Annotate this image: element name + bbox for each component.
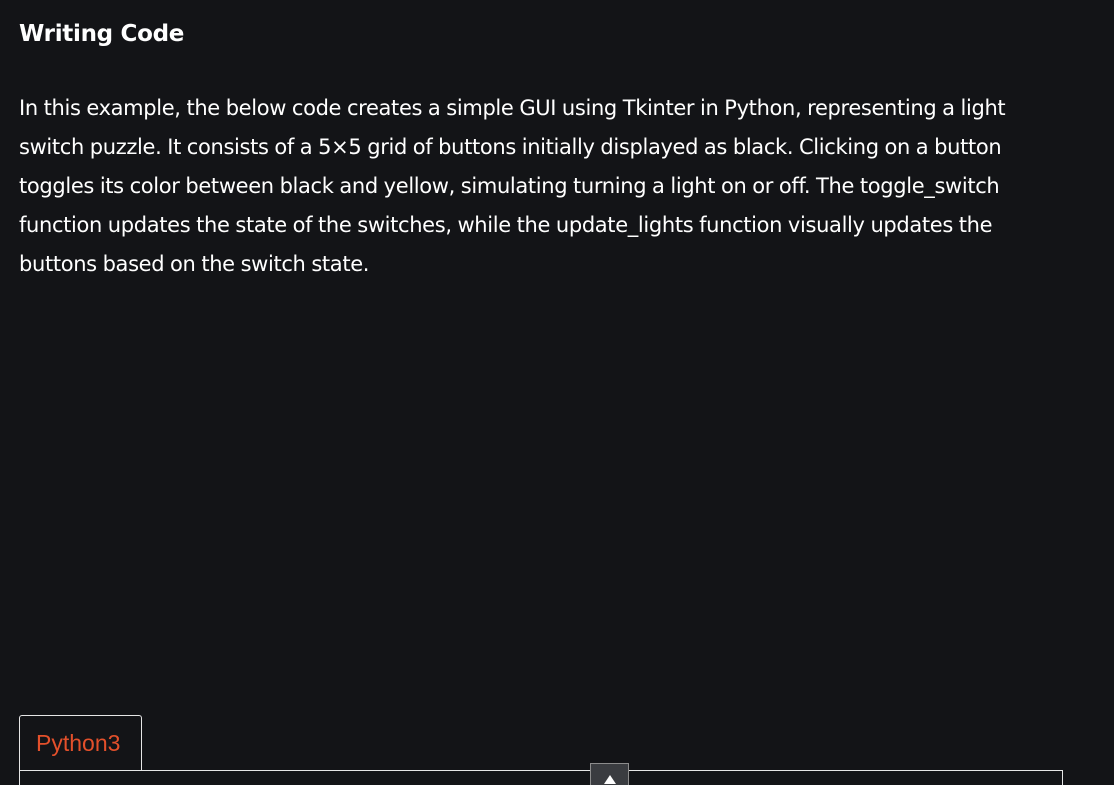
tab-label: Python3 (36, 730, 121, 756)
scroll-to-top-button[interactable] (590, 763, 629, 785)
tab-python3[interactable]: Python3 (19, 715, 142, 770)
article-paragraph: In this example, the below code creates … (19, 96, 1006, 276)
section-heading: Writing Code (19, 21, 185, 47)
arrow-up-icon (604, 775, 616, 784)
code-panel (19, 770, 1063, 785)
